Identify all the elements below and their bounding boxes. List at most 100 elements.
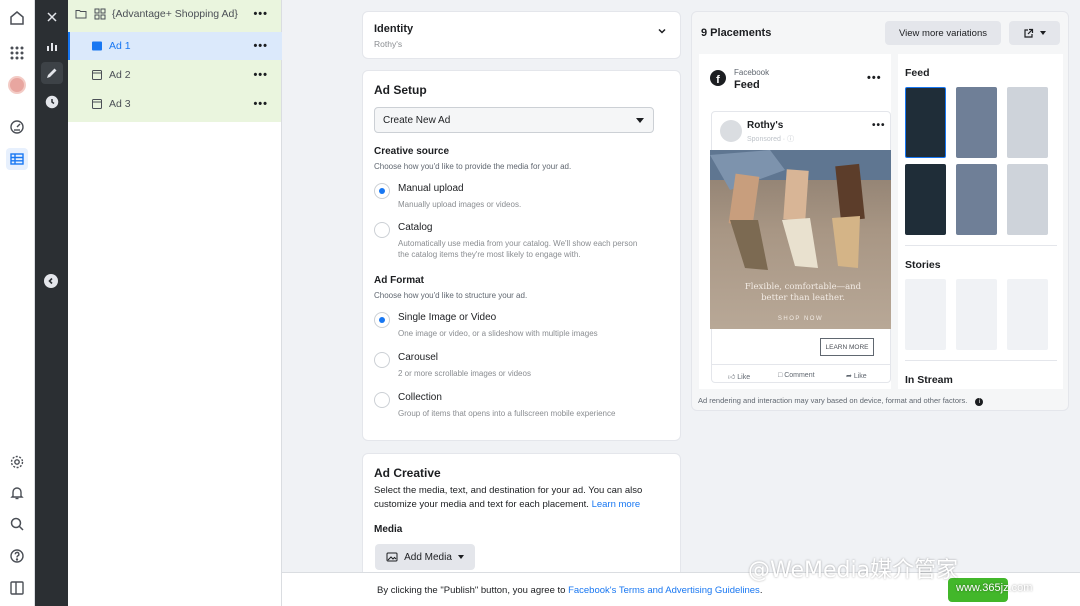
tree-item-ad-3[interactable]: Ad 3 ••• (68, 90, 282, 118)
like-action[interactable]: 👍︎ Like (728, 372, 750, 381)
notifications-bell-icon[interactable] (6, 482, 28, 504)
page-avatar (720, 120, 742, 142)
placement-thumb[interactable] (905, 164, 946, 235)
more-options-icon[interactable]: ••• (253, 98, 268, 110)
identity-section[interactable]: Identity Rothy's (362, 11, 681, 59)
placement-thumb[interactable] (1007, 279, 1048, 350)
share-icon: ➦ (846, 373, 854, 380)
tree-item-ad-2[interactable]: Ad 2 ••• (68, 61, 282, 89)
placement-thumb[interactable] (905, 279, 946, 350)
comment-action[interactable]: □ Comment (778, 372, 815, 379)
radio-button[interactable] (374, 183, 390, 199)
select-value: Create New Ad (383, 114, 451, 126)
image-icon (386, 552, 398, 562)
like-icon: 👍︎ (728, 374, 738, 381)
placement-thumb-selected[interactable] (905, 87, 946, 158)
radio-description: Group of items that opens into a fullscr… (398, 409, 616, 418)
radio-label: Manual upload (398, 183, 464, 194)
placement-label: Feed (734, 79, 760, 91)
radio-collection[interactable]: Collection Group of items that opens int… (374, 392, 654, 424)
ad-creative-title: Ad Creative (374, 466, 441, 480)
grid-icon (93, 8, 106, 21)
tree-item-label: Ad 2 (109, 69, 131, 81)
speedometer-icon[interactable] (6, 116, 28, 138)
tree-item-ad-1[interactable]: Ad 1 ••• (68, 32, 282, 60)
placement-thumb[interactable] (1007, 87, 1048, 158)
radio-manual-upload[interactable]: Manual upload Manually upload images or … (374, 183, 654, 215)
chevron-down-icon[interactable] (657, 26, 667, 36)
radio-description: Automatically use media from your catalo… (398, 239, 638, 259)
more-options-icon[interactable]: ••• (253, 40, 268, 52)
placement-thumb[interactable] (956, 164, 997, 235)
radio-button[interactable] (374, 352, 390, 368)
bar-chart-icon[interactable] (41, 35, 63, 57)
more-options-icon[interactable]: ••• (867, 72, 882, 84)
share-dropdown-button[interactable] (1009, 21, 1060, 45)
radio-button[interactable] (374, 392, 390, 408)
ad-creative-description: Select the media, text, and destination … (374, 485, 643, 510)
more-options-icon[interactable]: ••• (253, 69, 268, 81)
history-clock-icon[interactable] (41, 91, 63, 113)
info-icon[interactable]: i (975, 398, 984, 406)
terms-link[interactable]: Facebook's Terms and Advertising Guideli… (568, 585, 760, 596)
search-icon[interactable] (6, 513, 28, 535)
preview-disclaimer: Ad rendering and interaction may vary ba… (698, 396, 984, 406)
page-name: Rothy's (747, 120, 784, 131)
terms-notice: By clicking the "Publish" button, you ag… (377, 585, 763, 596)
ad-setup-section: Ad Setup Create New Ad Creative source C… (362, 70, 681, 441)
add-media-label: Add Media (404, 551, 452, 563)
learn-more-link[interactable]: Learn more (592, 499, 641, 510)
ad-creative-section: Ad Creative Select the media, text, and … (362, 453, 681, 583)
ad-image-text: Flexible, comfortable—and better than le… (744, 282, 862, 303)
placements-title: 9 Placements (701, 27, 772, 39)
caret-down-icon (636, 118, 644, 123)
radio-single-image-video[interactable]: Single Image or Video One image or video… (374, 312, 654, 344)
learn-more-cta-button[interactable]: LEARN MORE (820, 338, 874, 356)
radio-label: Carousel (398, 352, 439, 363)
share-action[interactable]: ➦ Like (846, 372, 867, 380)
placement-thumb[interactable] (956, 279, 997, 350)
more-options-icon[interactable]: ••• (872, 120, 886, 131)
tree-campaign-row[interactable]: {Advantage+ Shopping Ad} ••• (68, 0, 282, 28)
close-icon[interactable] (41, 6, 63, 28)
radio-button[interactable] (374, 222, 390, 238)
settings-gear-icon[interactable] (6, 451, 28, 473)
radio-label: Catalog (398, 222, 433, 233)
feed-section-title: Feed (905, 67, 930, 79)
creative-source-title: Creative source (374, 146, 450, 157)
radio-description: Manually upload images or videos. (398, 200, 522, 209)
radio-carousel[interactable]: Carousel 2 or more scrollable images or … (374, 352, 654, 384)
feed-preview: f Facebook Feed ••• Rothy's Sponsored · … (699, 54, 891, 389)
global-nav-rail (0, 0, 35, 606)
ad-format-title: Ad Format (374, 275, 424, 286)
view-more-variations-button[interactable]: View more variations (885, 21, 1001, 45)
facebook-logo-icon: f (710, 70, 726, 86)
add-media-button[interactable]: Add Media (375, 544, 475, 570)
placements-list: Feed Stories In Stream (898, 54, 1063, 389)
ad-format-subtitle: Choose how you'd like to structure your … (374, 291, 528, 300)
identity-title: Identity (374, 23, 414, 35)
ad-setup-title: Ad Setup (374, 83, 427, 97)
collapse-panel-button[interactable] (44, 274, 58, 288)
shop-now-text: SHOP NOW (777, 316, 824, 322)
platform-label: Facebook (734, 68, 770, 77)
radio-button[interactable] (374, 312, 390, 328)
help-icon[interactable] (6, 545, 28, 567)
stories-section-title: Stories (905, 259, 941, 271)
table-icon[interactable] (6, 148, 28, 170)
identity-value: Rothy's (374, 39, 403, 49)
divider (905, 360, 1057, 361)
radio-description: 2 or more scrollable images or videos (398, 369, 531, 378)
ad-icon (90, 40, 103, 53)
radio-catalog[interactable]: Catalog Automatically use media from you… (374, 222, 654, 264)
placement-thumb[interactable] (1007, 164, 1048, 235)
more-options-icon[interactable]: ••• (253, 8, 268, 20)
apps-grid-icon[interactable] (6, 42, 28, 64)
ad-creation-select[interactable]: Create New Ad (374, 107, 654, 133)
avatar[interactable] (6, 74, 28, 96)
placement-thumb[interactable] (956, 87, 997, 158)
tree-campaign-label: {Advantage+ Shopping Ad} (112, 8, 238, 20)
panel-toggle-icon[interactable] (6, 577, 28, 599)
home-icon[interactable] (6, 7, 28, 29)
edit-pencil-icon[interactable] (41, 62, 63, 84)
